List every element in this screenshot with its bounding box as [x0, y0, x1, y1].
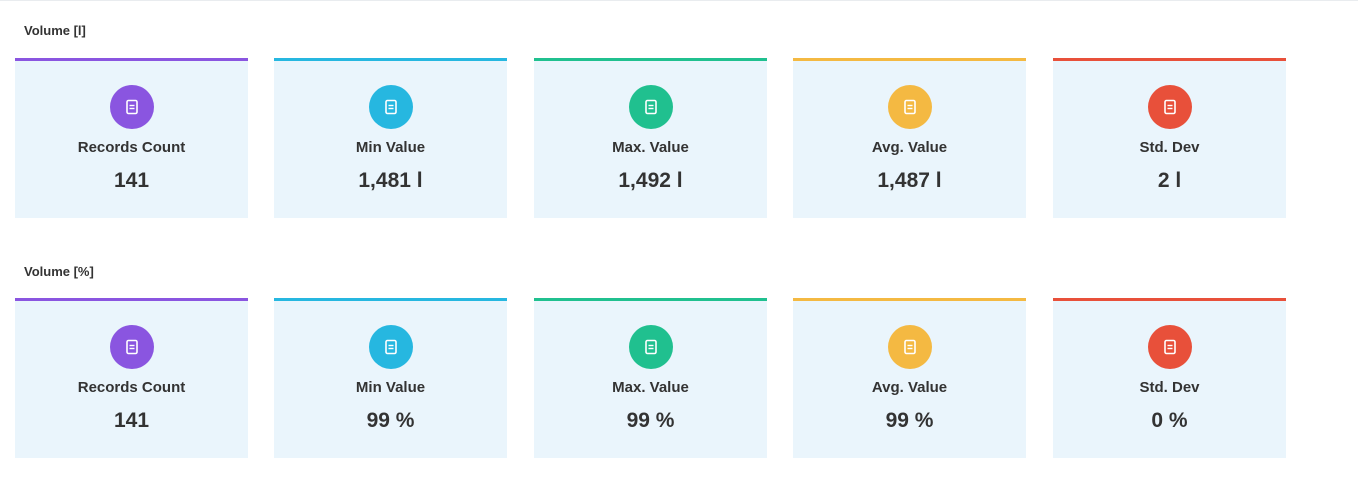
stat-card-min-value: Min Value 1,481 l: [274, 58, 507, 218]
stat-card-max-value: Max. Value 99 %: [534, 298, 767, 458]
card-value: 141: [113, 169, 150, 192]
stat-card-records-count: Records Count 141: [15, 58, 248, 218]
card-label: Records Count: [77, 379, 186, 396]
document-icon: [109, 85, 154, 129]
card-value: 99 %: [366, 409, 415, 432]
document-icon: [368, 85, 413, 129]
section-title: Volume [%]: [24, 264, 94, 279]
card-label: Avg. Value: [871, 139, 948, 156]
document-icon: [1147, 325, 1192, 369]
card-value: 0 %: [1151, 409, 1188, 432]
card-value: 2 l: [1157, 169, 1182, 192]
document-icon: [628, 325, 673, 369]
top-divider: [0, 0, 1358, 1]
stat-card-std-dev: Std. Dev 0 %: [1053, 298, 1286, 458]
document-icon: [1147, 85, 1192, 129]
document-icon: [368, 325, 413, 369]
card-label: Std. Dev: [1139, 379, 1200, 396]
stat-card-min-value: Min Value 99 %: [274, 298, 507, 458]
card-label: Max. Value: [612, 379, 689, 396]
card-label: Min Value: [355, 379, 426, 396]
card-value: 1,487 l: [877, 169, 942, 192]
card-label: Max. Value: [612, 139, 689, 156]
stat-card-std-dev: Std. Dev 2 l: [1053, 58, 1286, 218]
document-icon: [109, 325, 154, 369]
stat-card-records-count: Records Count 141: [15, 298, 248, 458]
card-label: Min Value: [355, 139, 426, 156]
document-icon: [887, 325, 932, 369]
card-label: Records Count: [77, 139, 186, 156]
card-value: 99 %: [885, 409, 934, 432]
stat-card-avg-value: Avg. Value 1,487 l: [793, 58, 1026, 218]
section-title: Volume [l]: [24, 23, 86, 38]
card-label: Avg. Value: [871, 379, 948, 396]
card-value: 1,492 l: [618, 169, 683, 192]
document-icon: [628, 85, 673, 129]
stat-card-max-value: Max. Value 1,492 l: [534, 58, 767, 218]
card-label: Std. Dev: [1139, 139, 1200, 156]
stat-card-avg-value: Avg. Value 99 %: [793, 298, 1026, 458]
card-value: 141: [113, 409, 150, 432]
card-value: 99 %: [626, 409, 675, 432]
document-icon: [887, 85, 932, 129]
card-value: 1,481 l: [358, 169, 423, 192]
